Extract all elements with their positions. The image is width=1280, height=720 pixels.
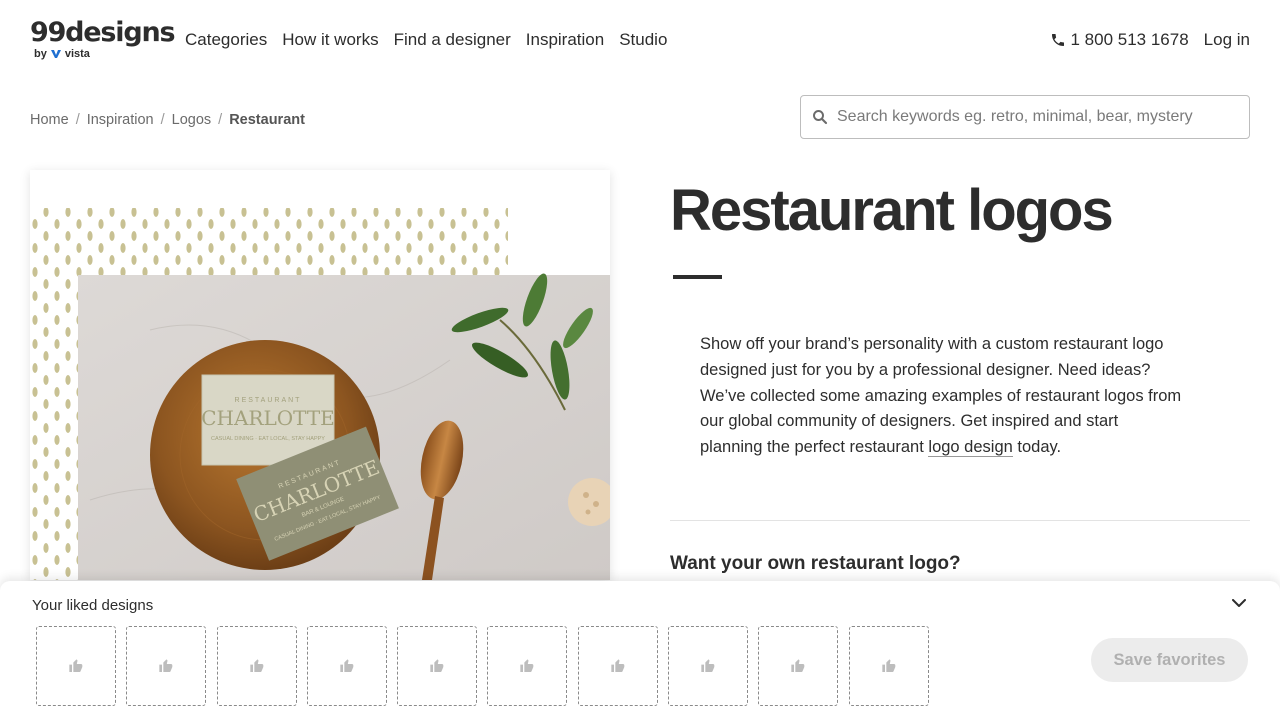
phone-icon (1051, 34, 1064, 46)
hero-illustration: RESTAURANT CHARLOTTE CASUAL DINING · EAT… (30, 170, 610, 580)
page-title: Restaurant logos (670, 178, 1114, 243)
thumbs-up-icon (430, 659, 444, 672)
search-input[interactable] (837, 108, 1237, 126)
nav-studio[interactable]: Studio (619, 30, 667, 50)
liked-design-slot[interactable] (36, 626, 116, 706)
liked-design-slot[interactable] (397, 626, 478, 706)
search-icon (813, 110, 828, 125)
liked-slots (36, 626, 929, 706)
cta-heading: Want your own restaurant logo? (670, 553, 961, 574)
site-header: 99designs by vista Categories How it wor… (0, 0, 1280, 80)
thumbs-up-icon (701, 659, 715, 672)
thumbs-up-icon (159, 659, 173, 672)
nav-categories[interactable]: Categories (185, 30, 267, 50)
liked-designs-title: Your liked designs (32, 597, 154, 614)
thumbs-up-icon (249, 659, 263, 672)
liked-design-slot[interactable] (848, 626, 929, 706)
thumbs-up-icon (882, 659, 896, 672)
page-description: Show off your brand’s personality with a… (700, 332, 1185, 461)
thumbs-up-icon (69, 659, 83, 672)
chevron-down-icon (1232, 598, 1246, 607)
liked-design-slot[interactable] (668, 626, 749, 706)
liked-design-slot[interactable] (306, 626, 387, 706)
logo-wordmark: 99designs (30, 17, 176, 48)
logo-by: by (34, 48, 47, 60)
thumbs-up-icon (791, 659, 805, 672)
thumbs-up-icon (611, 659, 625, 672)
card-tagline-text: CASUAL DINING · EAT LOCAL, STAY HAPPY (211, 436, 325, 442)
breadcrumb-logos[interactable]: Logos (172, 112, 212, 128)
header-right: 1 800 513 1678 Log in (1050, 30, 1250, 50)
description-end: today. (1012, 438, 1062, 457)
card-name-text: CHARLOTTE (201, 406, 335, 430)
nav-inspiration[interactable]: Inspiration (526, 30, 604, 50)
breadcrumb-separator: / (75, 112, 80, 128)
liked-design-slot[interactable] (126, 626, 207, 706)
liked-design-slot[interactable] (758, 626, 839, 706)
breadcrumb-home[interactable]: Home (30, 112, 69, 128)
liked-design-slot[interactable] (577, 626, 658, 706)
save-favorites-button[interactable]: Save favorites (1091, 638, 1248, 682)
breadcrumb-current: Restaurant (229, 112, 305, 128)
card-top-text: RESTAURANT (235, 397, 302, 404)
breadcrumb-separator: / (218, 112, 223, 128)
breadcrumb-separator: / (160, 112, 165, 128)
search-box[interactable] (800, 95, 1250, 139)
phone-link[interactable]: 1 800 513 1678 (1050, 30, 1189, 50)
breadcrumb: Home / Inspiration / Logos / Restaurant (30, 112, 305, 128)
logo-design-link[interactable]: logo design (928, 438, 1013, 458)
thumbs-up-icon (340, 659, 354, 672)
title-underline (673, 275, 722, 279)
liked-design-slot[interactable] (487, 626, 568, 706)
logo[interactable]: 99designs by vista (30, 17, 176, 62)
hero-image[interactable]: RESTAURANT CHARLOTTE CASUAL DINING · EAT… (30, 170, 610, 580)
login-link[interactable]: Log in (1204, 30, 1250, 50)
logo-vista: vista (64, 48, 90, 60)
main-nav: Categories How it works Find a designer … (185, 30, 667, 50)
divider (670, 520, 1250, 521)
nav-how-it-works[interactable]: How it works (282, 30, 378, 50)
liked-design-slot[interactable] (216, 626, 297, 706)
logo-sub: by vista (34, 48, 152, 60)
collapse-button[interactable] (1230, 596, 1248, 610)
breadcrumb-inspiration[interactable]: Inspiration (87, 112, 154, 128)
liked-designs-panel: Your liked designs Save favorites (0, 581, 1280, 720)
nav-find-a-designer[interactable]: Find a designer (394, 30, 511, 50)
vista-icon (50, 50, 61, 58)
thumbs-up-icon (520, 659, 534, 672)
phone-number: 1 800 513 1678 (1070, 30, 1189, 49)
